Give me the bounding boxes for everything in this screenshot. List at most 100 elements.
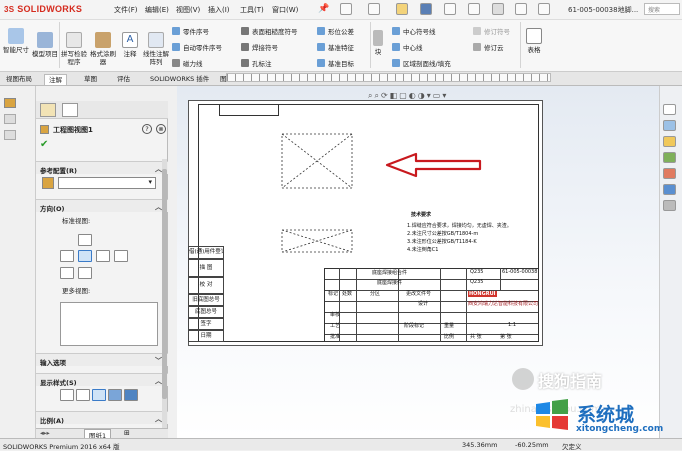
tech-req-line-1: 1.焊缝应符合要求，焊接均匀，无虚焊、夹渣。 xyxy=(407,223,512,229)
material: Q235 xyxy=(470,269,484,275)
home-icon[interactable] xyxy=(340,3,352,15)
hole-callout-button[interactable]: 孔标注 xyxy=(241,58,272,68)
more-views-list[interactable] xyxy=(60,302,158,346)
revision-symbol-icon xyxy=(473,27,481,35)
appearances-icon[interactable] xyxy=(663,168,676,179)
menu-view[interactable]: 视图(V) xyxy=(176,5,200,15)
tb-review: 审核 xyxy=(330,312,341,318)
scale-section[interactable]: 比例(A) ︿ xyxy=(36,411,168,425)
help-icon[interactable]: ? xyxy=(142,124,152,134)
menu-tools[interactable]: 工具(T) xyxy=(240,5,264,15)
auto-balloon-button[interactable]: 自动零件序号 xyxy=(172,42,222,52)
model-items-button[interactable]: 模型项目 xyxy=(32,32,58,58)
add-sheet-icon[interactable]: ⊞ xyxy=(124,429,130,437)
tb-weight: 重量 xyxy=(444,323,455,329)
tb-scale-label: 比例 xyxy=(444,334,455,340)
display-style-section[interactable]: 显示样式(S) ︿ xyxy=(36,373,168,387)
view-left-icon[interactable] xyxy=(60,250,74,262)
surface-finish-button[interactable]: 表面粗糙度符号 xyxy=(241,26,298,36)
copy-tool-icon[interactable] xyxy=(4,130,16,140)
datum-feature-icon xyxy=(317,43,325,51)
file-properties-icon[interactable] xyxy=(538,3,550,15)
linear-note-pattern-button[interactable]: 线性注解阵列 xyxy=(142,32,170,66)
spell-check-button[interactable]: 拼写检验程序 xyxy=(60,32,88,66)
hidden-lines-visible-icon[interactable] xyxy=(76,389,90,401)
file-explorer-icon[interactable] xyxy=(663,136,676,147)
view-front-icon[interactable] xyxy=(78,250,92,262)
hidden-lines-removed-icon[interactable] xyxy=(92,389,106,401)
design-library-icon[interactable] xyxy=(663,120,676,131)
centerline-button[interactable]: 中心线 xyxy=(392,42,423,52)
command-manager-ribbon: 智能尺寸 模型项目 拼写检验程序 格式涂刷器 A 注释 线性注解阵列 零件序号 自… xyxy=(0,20,682,72)
panel-scrollbar[interactable] xyxy=(162,159,167,429)
pin-icon[interactable]: 📌 xyxy=(318,4,329,14)
magnetic-line-button[interactable]: 磁力线 xyxy=(172,58,203,68)
import-options-section[interactable]: 输入选项 ﹀ xyxy=(36,353,168,367)
ref-config-section[interactable]: 参考配置(R) ︿ xyxy=(36,161,168,175)
smart-dimension-button[interactable]: 智能尺寸 xyxy=(2,28,30,54)
shaded-edges-icon[interactable] xyxy=(108,389,122,401)
sketch-tool-icon[interactable] xyxy=(4,98,16,108)
menu-edit[interactable]: 编辑(E) xyxy=(145,5,169,15)
view-back-icon[interactable] xyxy=(114,250,128,262)
revision-cloud-button[interactable]: 修订云 xyxy=(473,42,504,52)
solidworks-logo[interactable]: 3S SOLIDWORKS xyxy=(4,4,82,14)
table-button[interactable]: 表格 xyxy=(523,28,545,54)
rebuild-icon[interactable] xyxy=(515,3,527,15)
tab-view-layout[interactable]: 视图布局 xyxy=(2,74,36,85)
format-painter-button[interactable]: 格式涂刷器 xyxy=(89,32,117,66)
solidworks-resources-icon[interactable] xyxy=(663,104,676,115)
search-input[interactable]: 搜索 xyxy=(644,3,680,15)
orientation-section[interactable]: 方向(O) ︿ xyxy=(36,199,168,213)
save-icon[interactable] xyxy=(420,3,432,15)
balloon-button[interactable]: 零件序号 xyxy=(172,26,209,36)
menu-insert[interactable]: 插入(I) xyxy=(208,5,230,15)
menu-window[interactable]: 窗口(W) xyxy=(272,5,298,15)
side-label-sign: 签字 xyxy=(188,318,224,330)
tab-annotation[interactable]: 注解 xyxy=(44,74,67,85)
new-document-icon[interactable] xyxy=(368,3,380,15)
collapse-chevron-icon: ︿ xyxy=(155,203,162,211)
spell-check-icon xyxy=(66,32,82,48)
property-manager-panel: 工程图视图1 ? ⊗ ✔ 参考配置(R) ︿ ▾ 方向(O) ︿ 标准视图: 更多视… xyxy=(36,119,168,438)
view-right-icon[interactable] xyxy=(96,250,110,262)
note-button[interactable]: A 注释 xyxy=(119,32,141,58)
view-palette-icon[interactable] xyxy=(663,152,676,163)
ref-config-dropdown[interactable]: ▾ xyxy=(58,177,156,189)
datum-target-button[interactable]: 基准目标 xyxy=(317,58,354,68)
view-bottom-icon[interactable] xyxy=(78,267,92,279)
feature-manager-tab-icon[interactable] xyxy=(40,103,56,117)
view-isometric-icon[interactable] xyxy=(60,267,74,279)
print-icon[interactable] xyxy=(444,3,456,15)
pushpin-icon[interactable]: ⊗ xyxy=(156,124,166,134)
revision-symbol-button[interactable]: 修订符号 xyxy=(473,26,510,36)
open-folder-icon[interactable] xyxy=(396,3,408,15)
panel-tab-strip xyxy=(36,101,168,119)
forum-icon[interactable] xyxy=(663,200,676,211)
select-cursor-icon[interactable] xyxy=(492,3,504,15)
wireframe-icon[interactable] xyxy=(60,389,74,401)
center-mark-icon xyxy=(392,27,400,35)
view-top-icon[interactable] xyxy=(78,234,92,246)
layer-tool-icon[interactable] xyxy=(4,114,16,124)
tb-process: 工艺 xyxy=(330,323,341,329)
menu-file[interactable]: 文件(F) xyxy=(114,5,138,15)
block-button[interactable]: 块 xyxy=(372,30,384,56)
weld-symbol-button[interactable]: 焊接符号 xyxy=(241,42,278,52)
tab-sketch[interactable]: 草图 xyxy=(80,74,101,85)
property-manager-tab-icon[interactable] xyxy=(62,103,78,117)
custom-properties-icon[interactable] xyxy=(663,184,676,195)
tb-design: 设计 xyxy=(418,301,429,307)
undo-icon[interactable] xyxy=(468,3,480,15)
tab-evaluate[interactable]: 评估 xyxy=(113,74,134,85)
hatch-button[interactable]: 区域剖面线/填充 xyxy=(392,58,451,68)
sheet-nav-arrows[interactable]: ◂▸▸ xyxy=(40,429,50,437)
shaded-icon[interactable] xyxy=(124,389,138,401)
datum-feature-button[interactable]: 基准特征 xyxy=(317,42,354,52)
tech-req-line-4: 4.未注倒角C1 xyxy=(407,247,439,253)
ok-check-icon[interactable]: ✔ xyxy=(40,139,48,150)
geometric-tolerance-button[interactable]: 形位公差 xyxy=(317,26,354,36)
tb-vline xyxy=(339,268,340,342)
center-mark-button[interactable]: 中心符号线 xyxy=(392,26,436,36)
tab-solidworks-addins[interactable]: SOLIDWORKS 插件 xyxy=(146,74,213,85)
